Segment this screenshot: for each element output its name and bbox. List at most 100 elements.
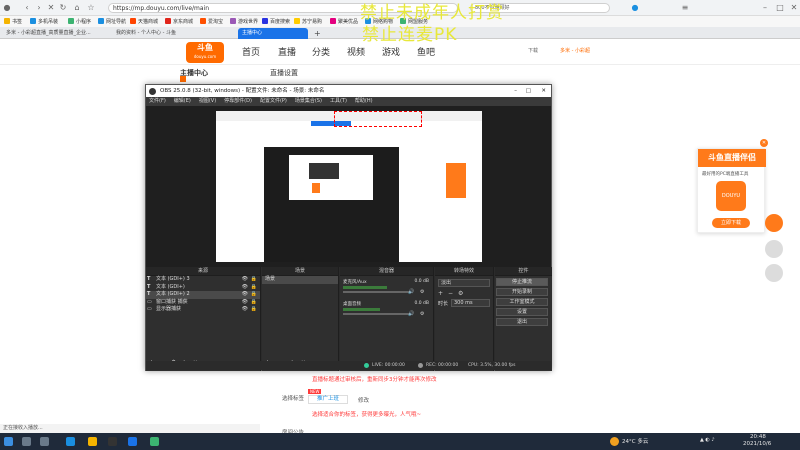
obs-menu-scene-collection[interactable]: 场景集合(S) (295, 98, 322, 104)
lock-icon[interactable]: 🔒 (251, 306, 257, 314)
obs-menu-docks[interactable]: 停靠部件(D) (224, 98, 252, 104)
scene-item[interactable]: 场景 (262, 276, 338, 284)
source-item[interactable]: ▭ 窗口捕获 捕获 👁 🔒 (146, 299, 260, 307)
tray-icons[interactable]: ▲ ◐ ♪ (700, 437, 715, 443)
volume-slider-track[interactable] (343, 291, 411, 293)
source-item[interactable]: T 文本 (GDI+) 2 👁 🔒 (146, 291, 260, 299)
start-recording-button[interactable]: 开始录制 (496, 288, 548, 296)
source-item[interactable]: ▭ 显示器捕获 👁 🔒 (146, 306, 260, 314)
bookmark-item[interactable]: 书签 (4, 18, 22, 26)
exit-button[interactable]: 退出 (496, 318, 548, 326)
search-icon[interactable] (22, 437, 31, 446)
obs-preview-canvas[interactable] (216, 111, 482, 262)
douyu-logo[interactable]: 斗鱼 douyu.com (186, 42, 224, 63)
visibility-eye-icon[interactable]: 👁 (242, 276, 248, 284)
home-side-icon[interactable] (765, 240, 783, 258)
obs-menu-tools[interactable]: 工具(T) (330, 98, 347, 104)
visibility-eye-icon[interactable]: 👁 (242, 284, 248, 292)
refresh-icon[interactable]: ↻ (58, 3, 68, 13)
menu-icon[interactable]: ≡ (680, 3, 690, 13)
close-window-icon[interactable]: ✕ (789, 3, 799, 13)
task-view-icon[interactable] (40, 437, 49, 446)
nav-game[interactable]: 游戏 (382, 45, 400, 58)
nav-home[interactable]: 首页 (242, 45, 260, 58)
speaker-icon[interactable]: 🔊 (408, 289, 414, 295)
forward-icon[interactable]: › (34, 3, 44, 13)
remove-transition-icon[interactable]: − (448, 290, 453, 297)
lock-icon[interactable]: 🔒 (251, 291, 257, 299)
obs-close-icon[interactable]: ✕ (541, 85, 546, 97)
nav-category[interactable]: 分类 (312, 45, 330, 58)
companion-promo-card[interactable]: 斗鱼直播伴侣 最好用的PC端直播工具 DOUYU 立即下载 ✕ (697, 139, 768, 233)
star-icon[interactable]: ☆ (86, 3, 96, 13)
bookmark-item[interactable]: 京东商城 (165, 18, 193, 26)
mixer-settings-icon[interactable]: ⚙ (420, 289, 424, 295)
minimize-window-icon[interactable]: – (760, 3, 770, 13)
app-download-icon[interactable] (765, 264, 783, 282)
source-item[interactable]: T 文本 (GDI+) 👁 🔒 (146, 284, 260, 292)
studio-mode-button[interactable]: 工作室模式 (496, 298, 548, 306)
duration-input[interactable]: 300 ms (451, 299, 490, 307)
obs-menu-file[interactable]: 文件(F) (149, 98, 166, 104)
bookmark-item[interactable]: 爱淘宝 (200, 18, 223, 26)
transition-settings-icon[interactable]: ⚙ (458, 290, 463, 297)
volume-slider-track[interactable] (343, 313, 411, 315)
obs-minimize-icon[interactable]: – (514, 85, 517, 97)
lock-icon[interactable]: 🔒 (251, 284, 257, 292)
visibility-eye-icon[interactable]: 👁 (242, 306, 248, 314)
obs-preview-area (146, 106, 551, 267)
transition-select[interactable]: 淡出 (438, 279, 490, 287)
file-explorer-icon[interactable] (88, 437, 97, 446)
nav-live[interactable]: 直播 (278, 45, 296, 58)
close-tab-icon[interactable]: ✕ (46, 3, 56, 13)
tag-chip[interactable]: 推广上班 (308, 395, 348, 404)
weather-icon[interactable] (610, 437, 619, 446)
obs-menu-edit[interactable]: 编辑(E) (174, 98, 191, 104)
obs-menu-profile[interactable]: 配置文件(P) (260, 98, 287, 104)
mixer-settings-icon[interactable]: ⚙ (420, 311, 424, 317)
obs-menu-view[interactable]: 视图(V) (199, 98, 216, 104)
home-icon[interactable]: ⌂ (72, 3, 82, 13)
bookmark-item[interactable]: 网址导航 (98, 18, 126, 26)
lock-icon[interactable]: 🔒 (251, 276, 257, 284)
download-link[interactable]: 下载 (528, 47, 538, 54)
bookmark-item[interactable]: 聚美优品 (330, 18, 358, 26)
speaker-icon[interactable]: 🔊 (408, 311, 414, 317)
extension-icon[interactable]: ● (630, 3, 640, 13)
obs-taskbar-icon[interactable] (108, 437, 117, 446)
settings-button[interactable]: 设置 (496, 308, 548, 316)
add-transition-icon[interactable]: + (438, 290, 443, 297)
browser-tab[interactable]: 我的资料 - 个人中心 - 斗鱼 (112, 28, 180, 39)
browser-taskbar-icon[interactable] (128, 437, 137, 446)
bookmark-label: 书签 (12, 19, 23, 25)
browser-tab[interactable]: 多米 - 小彩超直播_高质量直播_企业... (2, 28, 95, 39)
bookmark-item[interactable]: 百度搜索 (262, 18, 290, 26)
bookmark-item[interactable]: 多机吊装 (30, 18, 58, 26)
bookmark-item[interactable]: 天猫商城 (130, 18, 158, 26)
user-menu[interactable]: 多米 - 小彩超 (560, 47, 590, 54)
visibility-eye-icon[interactable]: 👁 (242, 299, 248, 307)
tag-change-link[interactable]: 修改 (358, 396, 369, 404)
bookmark-item[interactable]: 游戏世界 (230, 18, 258, 26)
maximize-window-icon[interactable]: □ (775, 3, 785, 13)
lock-icon[interactable]: 🔒 (251, 299, 257, 307)
close-promo-icon[interactable]: ✕ (760, 139, 768, 147)
nav-fishbar[interactable]: 鱼吧 (417, 45, 435, 58)
start-menu-icon[interactable] (4, 437, 13, 446)
source-item[interactable]: T 文本 (GDI+) 3 👁 🔒 (146, 276, 260, 284)
stop-streaming-button[interactable]: 停止推流 (496, 278, 548, 286)
download-now-button[interactable]: 立即下载 (712, 218, 750, 228)
edge-browser-icon[interactable] (66, 437, 75, 446)
back-icon[interactable]: ‹ (22, 3, 32, 13)
obs-maximize-icon[interactable]: □ (526, 85, 531, 97)
browser-logo-icon[interactable]: ● (2, 3, 12, 13)
visibility-eye-icon[interactable]: 👁 (242, 291, 248, 299)
bookmark-item[interactable]: 苏宁易购 (294, 18, 322, 26)
live-tool-icon[interactable] (765, 214, 783, 232)
bookmark-item[interactable]: 小程序 (68, 18, 91, 26)
obs-menu-help[interactable]: 帮助(H) (355, 98, 373, 104)
app-taskbar-icon[interactable] (150, 437, 159, 446)
nav-video[interactable]: 视频 (347, 45, 365, 58)
browser-tab-active[interactable]: 主播中心 (238, 28, 308, 39)
new-tab-button[interactable]: + (310, 28, 325, 39)
